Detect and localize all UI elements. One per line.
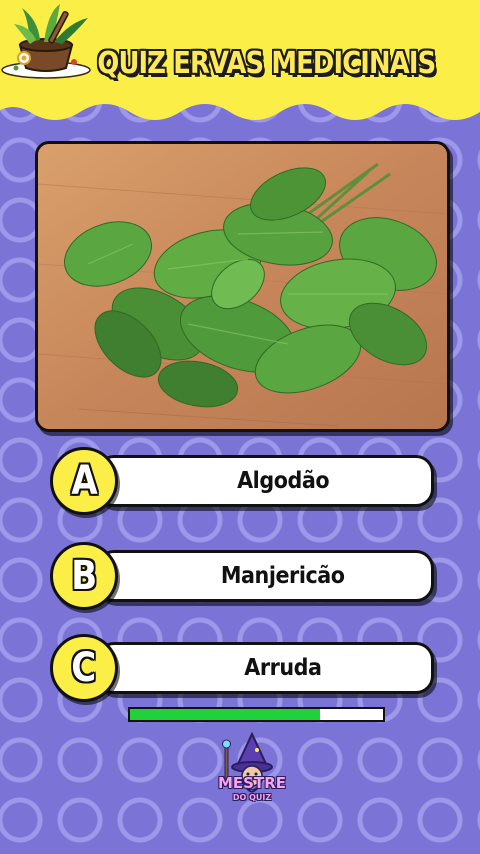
answer-option-b[interactable]: Manjericão B xyxy=(50,542,436,610)
answer-c-badge: C xyxy=(50,634,118,702)
timer-progress-bar xyxy=(128,707,385,722)
answer-b-bar[interactable]: Manjericão xyxy=(96,550,434,602)
answer-c-bar[interactable]: Arruda xyxy=(96,642,434,694)
answer-b-badge: B xyxy=(50,542,118,610)
answer-a-letter: A xyxy=(70,458,98,504)
answer-b-text: Manjericão xyxy=(221,563,345,589)
answer-b-letter: B xyxy=(71,553,97,599)
answer-option-a[interactable]: Algodão A xyxy=(50,447,436,515)
answer-c-text: Arruda xyxy=(244,655,322,681)
answer-a-badge: A xyxy=(50,447,118,515)
basil-leaves-photo xyxy=(38,144,447,429)
answer-a-bar[interactable]: Algodão xyxy=(96,455,434,507)
page-title: QUIZ ERVAS MEDICINAIS xyxy=(97,45,436,81)
answer-a-text: Algodão xyxy=(236,468,330,494)
brand-name: MESTRE xyxy=(217,774,286,792)
header-banner: QUIZ ERVAS MEDICINAIS xyxy=(0,0,480,140)
answer-c-letter: C xyxy=(71,645,97,691)
herbs-mortar-icon xyxy=(1,4,91,79)
question-image xyxy=(35,141,450,432)
timer-progress-fill xyxy=(130,709,320,720)
brand-subtitle: DO QUIZ xyxy=(232,793,272,802)
answer-option-c[interactable]: Arruda C xyxy=(50,634,436,702)
